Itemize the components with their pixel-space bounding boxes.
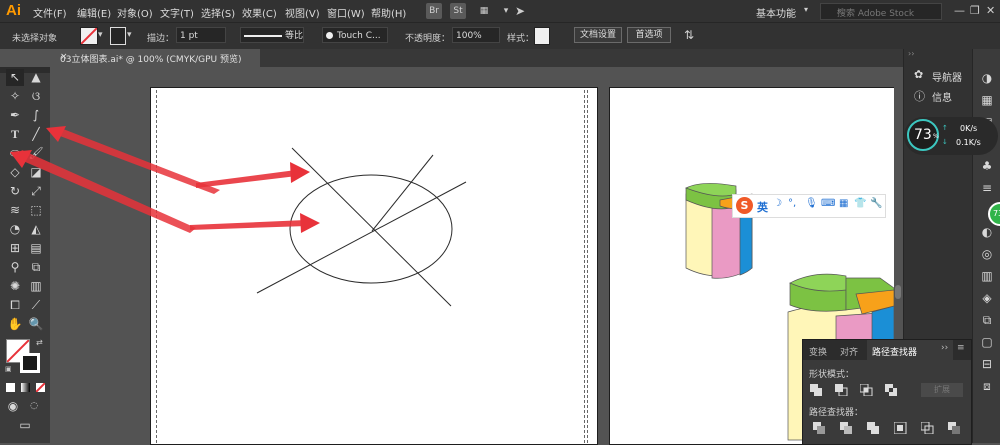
annotation-arrow-2 [10,150,196,233]
panel-icon-strip: ◑ ▦ ▤ ✎ ♣ ≡ ◐ ◎ ▥ ◈ ⧉ ▢ ⊟ ⧈ [972,49,1000,443]
pathfinder-panel-tabs: 变换 对齐 路径查找器 ›› ≡ [803,340,971,360]
pathfinder-panel: 变换 对齐 路径查找器 ›› ≡ 形状模式： 扩展 路径查找器： [802,339,972,445]
annotation-arrow-1 [46,126,220,194]
crop-button[interactable] [893,421,907,435]
dock-grip-icon[interactable]: ›› [908,49,914,58]
info-icon[interactable]: ⓘ [914,88,925,104]
minus-front-button[interactable] [835,384,848,397]
wrench-icon[interactable]: 🔧 [870,198,882,209]
intersect-button[interactable] [859,383,873,397]
floating-ball-value: 73 [993,209,1000,218]
microphone-icon[interactable]: 🎙 [805,198,818,209]
color-panel-icon[interactable]: ◑ [973,67,1000,89]
skin-icon[interactable]: 👕 [854,198,866,209]
speed-percent: 73 [914,127,932,143]
minus-back-button[interactable] [948,422,961,434]
align-panel-icon[interactable]: ⊟ [973,353,1000,375]
upload-speed: 0K/s [960,124,978,133]
ime-toolbar[interactable]: S 英 ☽ °, 🎙 ⌨ ▦ 👕 🔧 [732,194,886,218]
toolbox-icon[interactable]: ▦ [839,198,848,209]
pathfinder-panel-icon[interactable]: ⧈ [973,375,1000,397]
upload-arrow-icon: ↑ [942,124,948,132]
panel-menu-icon[interactable]: ≡ [957,343,965,353]
moon-icon[interactable]: ☽ [773,198,782,209]
color-guide-icon[interactable]: ▦ [973,89,1000,111]
symbols-panel-icon[interactable]: ♣ [973,155,1000,177]
outline-button[interactable] [920,421,934,435]
layers-panel-icon[interactable]: ◈ [973,287,1000,309]
trim-button[interactable] [840,422,853,434]
artboards-panel-icon[interactable]: ⧉ [973,309,1000,331]
unite-button[interactable] [810,384,823,396]
exclude-button[interactable] [885,384,898,396]
annotation-arrow-3 [196,162,310,188]
stroke-panel-icon[interactable]: ≡ [973,177,1000,199]
navigator-icon[interactable]: ✿ [914,68,923,81]
speed-percent-sign: % [933,133,939,140]
speed-gauge-ring: 73 % [907,119,939,151]
keyboard-icon[interactable]: ⌨ [821,198,835,209]
tab-pathfinder[interactable]: 路径查找器 [872,345,917,358]
divide-button[interactable] [813,422,826,434]
download-speed: 0.1K/s [956,138,981,147]
sogou-logo-icon: S [736,197,753,214]
tab-transform[interactable]: 变换 [809,345,827,358]
line-shape-3[interactable] [371,154,434,232]
expand-button[interactable]: 扩展 [921,383,963,397]
ime-mode-label[interactable]: 英 [757,199,768,215]
download-arrow-icon: ↓ [942,138,948,146]
merge-button[interactable] [867,422,880,434]
asset-export-icon[interactable]: ▢ [973,331,1000,353]
dock-info[interactable]: 信息 [932,89,952,104]
dock-navigator[interactable]: 导航器 [932,69,962,84]
pathfinders-label: 路径查找器： [809,408,864,418]
tab-align[interactable]: 对齐 [840,345,858,358]
punctuation-icon[interactable]: °, [788,198,796,209]
ellipse-shape[interactable] [289,174,453,284]
line-shape-1[interactable] [291,147,452,307]
annotation-arrow-4 [190,213,320,233]
shape-modes-label: 形状模式： [809,370,855,380]
network-speed-widget[interactable]: 73 % ↑ 0K/s ↓ 0.1K/s [904,117,998,155]
appearance-panel-icon[interactable]: ◎ [973,243,1000,265]
panel-collapse-icon[interactable]: ›› [941,343,948,353]
line-shape-2[interactable] [256,181,467,294]
graphic-styles-icon[interactable]: ▥ [973,265,1000,287]
